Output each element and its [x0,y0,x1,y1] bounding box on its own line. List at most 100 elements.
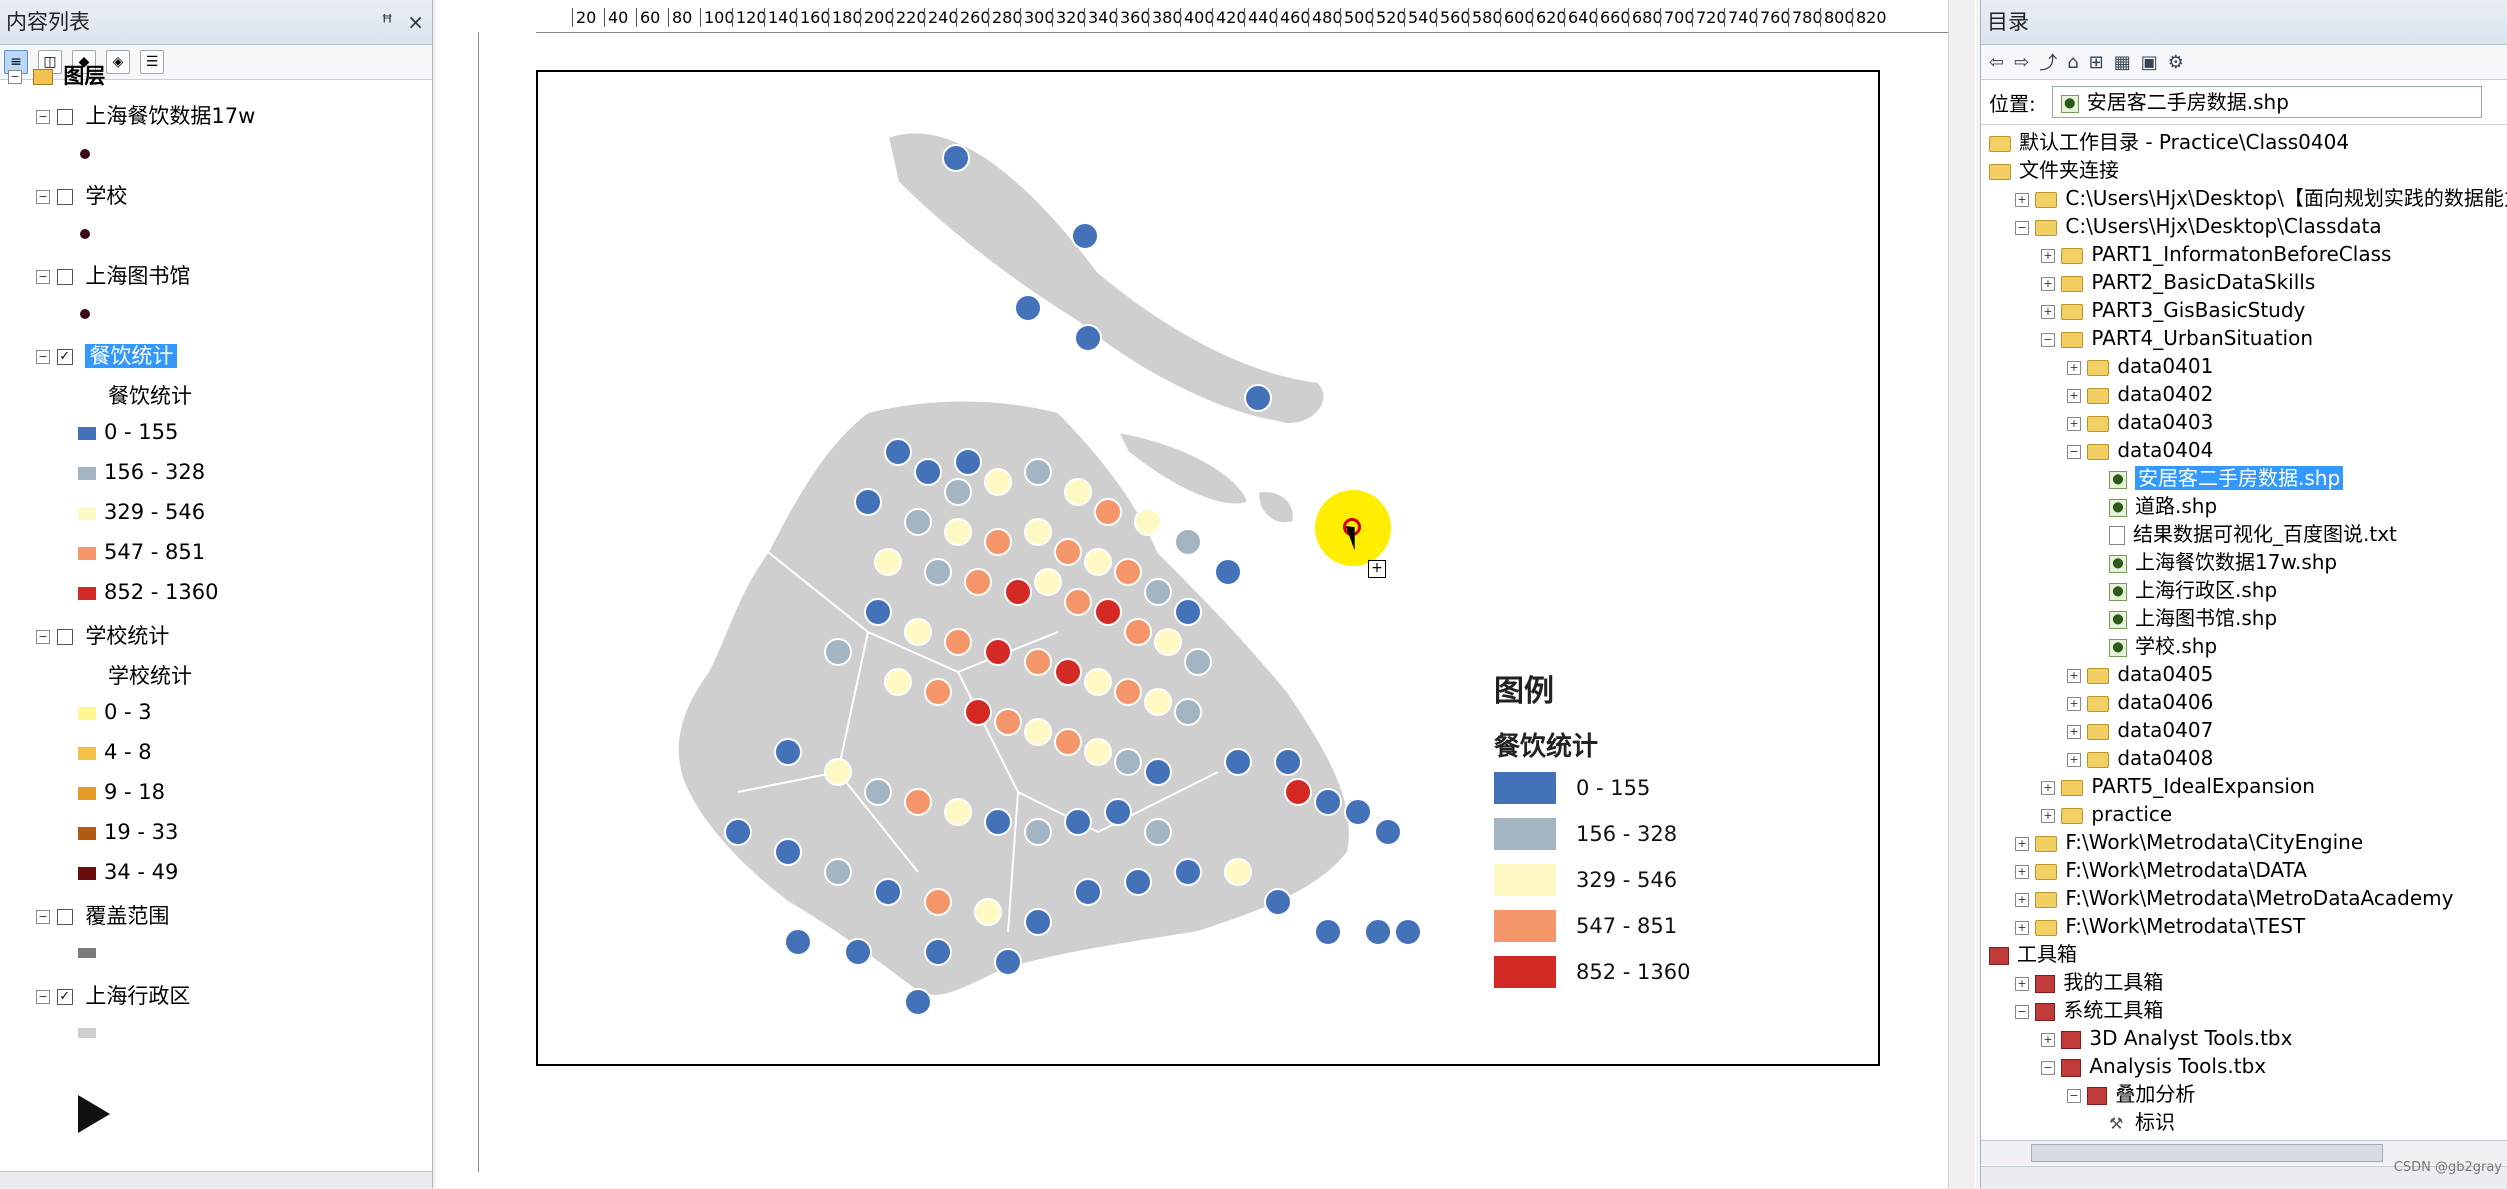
up-one-level-icon[interactable]: ⤴ [2039,49,2057,75]
expand-icon[interactable]: + [2067,360,2081,375]
catalog-item[interactable]: + data0403 [2067,408,2213,436]
expand-icon[interactable]: + [2015,864,2029,879]
expand-icon[interactable]: + [2067,696,2081,711]
catalog-item[interactable]: ⬤ 道路.shp [2093,492,2217,520]
collapse-icon[interactable]: − [36,630,50,644]
layer-item[interactable]: − ✓ 上海行政区 [36,980,190,1010]
options-icon[interactable]: ☰ [140,50,164,74]
layer-visibility-checkbox[interactable] [56,269,73,285]
collapse-icon[interactable]: − [2067,444,2081,459]
collapse-icon[interactable]: − [2067,1088,2081,1103]
catalog-item[interactable]: ⚒ 标识 [2093,1108,2175,1136]
catalog-item[interactable]: − 叠加分析 [2067,1080,2195,1108]
expand-icon[interactable]: + [2041,276,2055,291]
play-icon[interactable] [78,1095,110,1133]
catalog-item[interactable]: ⬤ 上海图书馆.shp [2093,604,2277,632]
layer-item[interactable]: − 学校统计 [36,620,169,650]
catalog-item[interactable]: + data0402 [2067,380,2213,408]
catalog-item[interactable]: + F:\Work\Metrodata\CityEngine [2015,828,2363,856]
catalog-item[interactable]: + 3D Analyst Tools.tbx [2041,1024,2292,1052]
list-by-selection-icon[interactable]: ◈ [106,50,130,74]
catalog-item[interactable]: + F:\Work\Metrodata\DATA [2015,856,2307,884]
layer-visibility-checkbox[interactable] [56,189,73,205]
catalog-item[interactable]: + C:\Users\Hjx\Desktop\【面向规划实践的数据能力培 [2015,184,2507,212]
expand-icon[interactable]: + [2067,752,2081,767]
expand-icon[interactable]: + [2067,416,2081,431]
collapse-icon[interactable]: − [2041,1060,2055,1075]
catalog-item[interactable]: + data0401 [2067,352,2213,380]
new-folder-icon[interactable]: ▣ [2141,52,2158,73]
layer-item[interactable]: − 上海图书馆 [36,260,190,290]
expand-icon[interactable]: + [2041,248,2055,263]
catalog-item[interactable]: ⬤ 上海行政区.shp [2093,576,2277,604]
layer-visibility-checkbox[interactable] [56,109,73,125]
catalog-item[interactable]: 默认工作目录 - Practice\Class0404 [1989,128,2349,156]
layer-name[interactable]: 上海行政区 [85,984,190,1008]
expand-icon[interactable]: + [2015,192,2029,207]
catalog-item[interactable]: ⬤ 学校.shp [2093,632,2217,660]
expand-icon[interactable]: + [2015,892,2029,907]
catalog-item[interactable]: 工具箱 [1989,940,2077,968]
expand-icon[interactable]: + [2015,976,2029,991]
collapse-icon[interactable]: − [36,190,50,204]
layer-name[interactable]: 覆盖范围 [85,904,169,928]
expand-icon[interactable]: + [2041,304,2055,319]
layer-item[interactable]: − 学校 [36,180,127,210]
catalog-item[interactable]: 文件夹连接 [1989,156,2119,184]
catalog-item[interactable]: 结果数据可视化_百度图说.txt [2093,520,2397,548]
catalog-item[interactable]: + PART5_IdealExpansion [2041,772,2315,800]
collapse-icon[interactable]: − [8,70,22,84]
catalog-item[interactable]: + 我的工具箱 [2015,968,2163,996]
pin-icon[interactable]: ꟸ [381,10,393,34]
catalog-item[interactable]: + PART3_GisBasicStudy [2041,296,2305,324]
layer-name[interactable]: 学校统计 [85,624,169,648]
home-folder-icon[interactable]: ⌂ [2067,52,2078,73]
options-icon[interactable]: ⚙ [2168,52,2184,73]
catalog-item[interactable]: − 系统工具箱 [2015,996,2163,1024]
collapse-icon[interactable]: − [36,350,50,364]
collapse-icon[interactable]: − [2041,332,2055,347]
expand-icon[interactable]: + [2041,780,2055,795]
layer-visibility-checkbox[interactable]: ✓ [56,989,73,1005]
catalog-item[interactable]: − PART4_UrbanSituation [2041,324,2313,352]
catalog-item[interactable]: + data0406 [2067,688,2213,716]
views-icon[interactable]: ▦ [2114,52,2131,73]
catalog-item[interactable]: − data0404 [2067,436,2213,464]
layer-name[interactable]: 上海图书馆 [85,264,190,288]
layer-visibility-checkbox[interactable] [56,629,73,645]
collapse-icon[interactable]: − [36,110,50,124]
expand-icon[interactable]: + [2067,724,2081,739]
layer-visibility-checkbox[interactable] [56,909,73,925]
location-input[interactable]: ⬤ 安居客二手房数据.shp [2051,86,2482,118]
layer-name[interactable]: 学校 [85,184,127,208]
expand-icon[interactable]: + [2015,836,2029,851]
layers-root[interactable]: − 图层 [8,60,105,90]
catalog-item[interactable]: + F:\Work\Metrodata\MetroDataAcademy [2015,884,2453,912]
collapse-icon[interactable]: − [36,270,50,284]
back-icon[interactable]: ⇦ [1989,52,2004,73]
connect-folder-icon[interactable]: ⊞ [2089,52,2104,73]
catalog-item[interactable]: + PART2_BasicDataSkills [2041,268,2315,296]
catalog-item[interactable]: − Analysis Tools.tbx [2041,1052,2266,1080]
layer-item[interactable]: − 上海餐饮数据17w [36,100,255,130]
catalog-item[interactable]: + data0408 [2067,744,2213,772]
expand-icon[interactable]: + [2067,388,2081,403]
catalog-item[interactable]: + PART1_InformatonBeforeClass [2041,240,2391,268]
catalog-item[interactable]: ⬤ 上海餐饮数据17w.shp [2093,548,2337,576]
layer-name[interactable]: 上海餐饮数据17w [85,104,255,128]
expand-icon[interactable]: + [2015,920,2029,935]
layer-item[interactable]: − 覆盖范围 [36,900,169,930]
collapse-icon[interactable]: − [36,910,50,924]
collapse-icon[interactable]: − [2015,220,2029,235]
collapse-icon[interactable]: − [36,990,50,1004]
expand-icon[interactable]: + [2041,808,2055,823]
forward-icon[interactable]: ⇨ [2014,52,2029,73]
catalog-item[interactable]: − C:\Users\Hjx\Desktop\Classdata [2015,212,2382,240]
catalog-item[interactable]: + practice [2041,800,2172,828]
layout-vertical-scrollbar[interactable] [1948,0,1975,1188]
layer-item[interactable]: − ✓ 餐饮统计 [36,340,178,370]
collapse-icon[interactable]: − [2015,1004,2029,1019]
layer-name[interactable]: 餐饮统计 [85,344,178,368]
catalog-item[interactable]: + F:\Work\Metrodata\TEST [2015,912,2305,940]
layer-visibility-checkbox[interactable]: ✓ [56,349,73,365]
